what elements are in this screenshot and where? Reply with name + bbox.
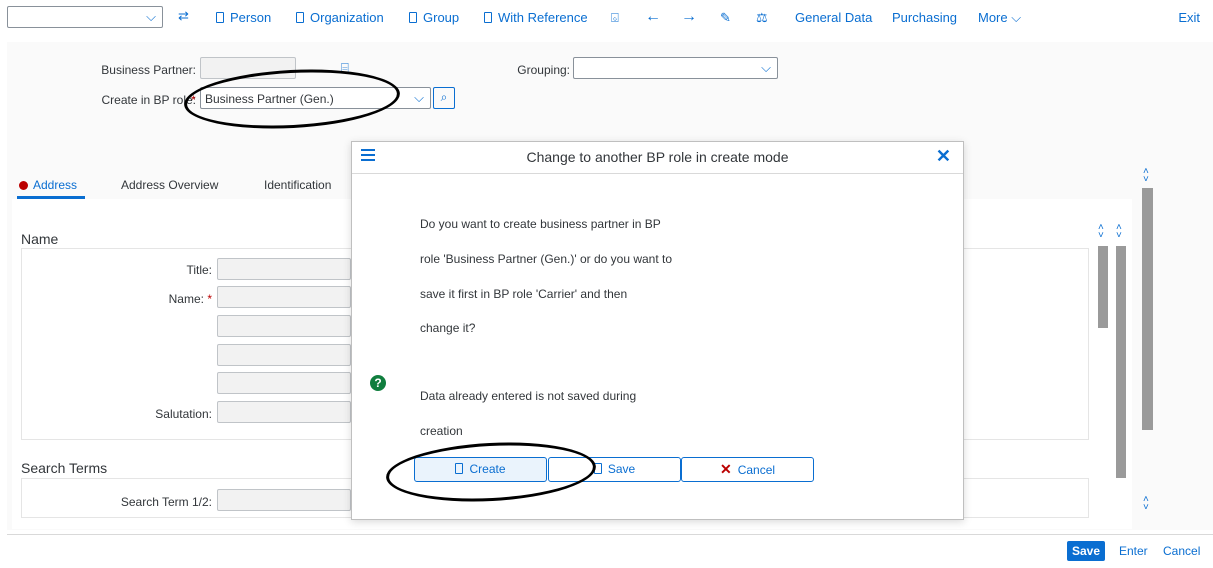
cancel-button[interactable]: ✕ Cancel	[681, 457, 814, 482]
group-button[interactable]: Group	[409, 10, 459, 25]
scroll-down-icon[interactable]: ˄ ˅	[1143, 495, 1149, 513]
chevron-down-icon: ⌵	[761, 60, 771, 75]
dialog-message-line: change it?	[420, 321, 476, 335]
cancel-label: Cancel	[737, 463, 776, 477]
name-section-title: Name	[21, 231, 59, 247]
name-label-text: Name:	[168, 292, 204, 306]
create-in-role-text: Create in BP role:	[101, 93, 197, 107]
close-icon[interactable]: ✕	[936, 146, 951, 167]
dialog-note-line: creation	[420, 424, 463, 438]
title-input[interactable]	[217, 258, 351, 280]
footer-bar	[7, 534, 1213, 568]
document-icon	[484, 12, 492, 23]
inner-scrollbar-thumb[interactable]	[1098, 246, 1108, 328]
purchasing-button[interactable]: Purchasing	[892, 10, 957, 25]
save-label: Save	[607, 462, 636, 476]
search-terms-title: Search Terms	[21, 460, 108, 476]
with-reference-label: With Reference	[498, 10, 588, 25]
search-term-input[interactable]	[217, 489, 351, 511]
toolbar: ⌵ ⇄ Person Organization Group With Refer…	[0, 0, 1213, 38]
business-partner-label: Business Partner:	[101, 63, 196, 77]
group-label: Group	[423, 10, 460, 25]
error-indicator	[19, 181, 28, 190]
dialog-message-line: role 'Business Partner (Gen.)' or do you…	[420, 252, 673, 266]
document-icon	[216, 12, 224, 23]
tab-identification[interactable]: Identification	[264, 178, 331, 192]
inner-scrollbar-thumb-2[interactable]	[1116, 246, 1126, 478]
with-reference-button[interactable]: With Reference	[484, 10, 588, 25]
compare-icon[interactable]: ⚖	[756, 10, 768, 26]
person-button[interactable]: Person	[216, 10, 271, 25]
chevron-down-icon: ⌵	[146, 9, 156, 24]
command-field[interactable]: ⌵	[7, 6, 163, 28]
grouping-select[interactable]: ⌵	[573, 57, 778, 79]
chevron-down-icon: ⌵	[414, 90, 424, 105]
grouping-label: Grouping:	[517, 63, 570, 77]
scroll-up-icon[interactable]: ˄ ˅	[1143, 167, 1149, 185]
document-icon	[296, 12, 304, 23]
outer-scrollbar-thumb[interactable]	[1142, 188, 1153, 430]
title-label: Title:	[186, 263, 212, 277]
person-label: Person	[230, 10, 272, 25]
tab-address-overview[interactable]: Address Overview	[121, 178, 218, 192]
footer-cancel-button[interactable]: Cancel	[1163, 544, 1200, 558]
search-term-label: Search Term 1/2:	[120, 495, 212, 509]
create-in-role-label: Create in BP role:	[70, 93, 197, 107]
edit-icon[interactable]: ✎	[720, 10, 731, 26]
switch-icon[interactable]: ⇄	[178, 8, 189, 24]
dialog-title: Change to another BP role in create mode	[526, 149, 789, 165]
question-icon: ?	[370, 375, 386, 391]
footer-enter-button[interactable]: Enter	[1119, 544, 1148, 558]
cancel-icon: ✕	[719, 461, 732, 477]
document-icon	[409, 12, 417, 23]
footer-save-button[interactable]: Save	[1067, 541, 1106, 561]
tab-address[interactable]: Address	[19, 178, 77, 192]
organization-button[interactable]: Organization	[296, 10, 384, 25]
salutation-input[interactable]	[217, 401, 351, 423]
dialog-header: Change to another BP role in create mode…	[352, 142, 963, 174]
more-button[interactable]: More ⌵	[978, 10, 1021, 26]
more-label: More	[978, 10, 1008, 25]
arrow-right-icon[interactable]: →	[681, 8, 697, 26]
exit-button[interactable]: Exit	[1178, 10, 1200, 25]
scroll-up-icon[interactable]: ˄ ˅	[1116, 223, 1122, 241]
tab-address-label: Address	[33, 178, 78, 192]
required-marker: *	[207, 292, 212, 306]
dialog-message-line: save it first in BP role 'Carrier' and t…	[420, 287, 628, 301]
dialog-note-line: Data already entered is not saved during	[420, 389, 637, 403]
arrow-left-icon[interactable]: ←	[645, 8, 661, 26]
general-data-button[interactable]: General Data	[795, 10, 872, 25]
name-input-1[interactable]	[217, 286, 351, 308]
chevron-down-icon: ⌵	[1011, 10, 1022, 25]
open-icon[interactable]: ⌺	[611, 10, 619, 26]
scroll-up-icon[interactable]: ˄ ˅	[1098, 223, 1104, 241]
name-input-4[interactable]	[217, 372, 351, 394]
name-input-2[interactable]	[217, 315, 351, 337]
dialog-message-line: Do you want to create business partner i…	[420, 217, 661, 231]
search-icon[interactable]: ⌕	[433, 87, 455, 109]
name-label: Name: *	[120, 292, 212, 306]
organization-label: Organization	[310, 10, 384, 25]
salutation-label: Salutation:	[155, 407, 212, 421]
name-input-3[interactable]	[217, 344, 351, 366]
